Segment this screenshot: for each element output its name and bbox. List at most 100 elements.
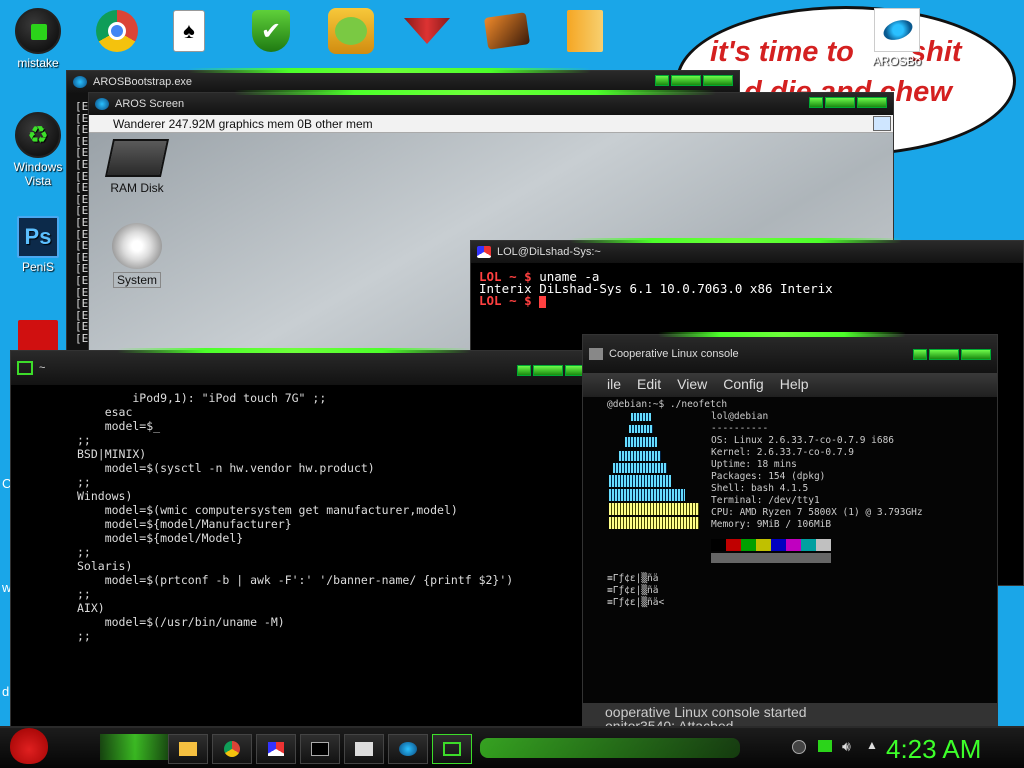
ram-disk-drive-icon [104,139,170,177]
solitaire-icon[interactable]: ♠ [166,8,212,54]
window-titlebar[interactable]: ~ [11,348,601,385]
media-app-icon[interactable] [483,8,531,54]
aros-eye-icon [73,76,87,88]
tray-arrow-icon[interactable]: ▲ [866,738,878,752]
window-titlebar[interactable]: AROS Screen [89,90,893,115]
menu-file[interactable]: ile [607,376,621,397]
terminal-output[interactable]: iPod9,1): "iPod touch 7G" ;; esac model=… [11,385,601,643]
quick-launch-glow [100,734,170,760]
ram-disk-label: RAM Disk [110,181,164,195]
terminal-line: Windows) [77,489,133,503]
neofetch-line: OS: Linux 2.6.33.7-co-0.7.9 i686 [711,435,895,446]
window-titlebar[interactable]: Cooperative Linux console [583,332,997,373]
minimize-button[interactable] [913,349,927,360]
folder-icon[interactable] [562,8,608,54]
close-button[interactable] [703,75,733,86]
neofetch-line: Memory: 9MiB / 106MiB [711,519,832,530]
angry-birds-pig-icon[interactable] [328,8,374,54]
close-button[interactable] [961,349,991,360]
taskbar-aros-icon[interactable] [388,734,428,764]
aros-desktop-icon[interactable]: AROSBo [870,8,924,70]
taskbar-clock[interactable]: 4:23 AM [886,734,981,765]
window-titlebar[interactable]: LOL@DiLshad-Sys:~ [471,238,1023,263]
terminal-line: ;; [77,629,91,643]
window-title: AROSBootstrap.exe [93,76,193,88]
window-title: LOL@DiLshad-Sys:~ [497,246,601,258]
terminal-line: model=${model/Model} [77,531,244,545]
maximize-button[interactable] [825,97,855,108]
chrome-icon[interactable] [94,8,140,54]
desktop-icon-penis[interactable]: Ps PeniS [6,216,70,274]
taskbar: 🔊︎ ▲ 4:23 AM [0,726,1024,768]
taskbar-colinux-icon[interactable] [344,734,384,764]
menu-view[interactable]: View [677,376,707,397]
aros-eye-icon [874,8,920,52]
prompt: LOL ~ $ [479,293,540,308]
maximize-button[interactable] [929,349,959,360]
close-button[interactable] [857,97,887,108]
desktop-icon-label: Windows Vista [13,160,63,188]
window-title: ~ [39,362,46,374]
taskbar-terminal-icon[interactable] [432,734,472,764]
terminal-line: model=${model/Manufacturer} [77,517,292,531]
palette-swatch [816,539,831,551]
window-controls[interactable] [913,349,991,360]
pdf-icon[interactable] [18,320,58,354]
window-title: Cooperative Linux console [609,348,739,360]
app-v-icon[interactable] [404,8,450,54]
desktop-icon-label: mistake [17,56,59,70]
menu-config[interactable]: Config [723,376,763,397]
terminal-line: LOL ~ $ [479,293,1015,308]
shell-prompt: @debian:~$ ./neofetch [607,399,728,410]
neofetch-line: Shell: bash 4.1.5 [711,483,809,494]
taskbar-folder-icon[interactable] [168,734,208,764]
minimize-button[interactable] [809,97,823,108]
terminal-line: model=$_ [77,419,161,433]
terminal-line: Interix DiLshad-Sys 6.1 10.0.7063.0 x86 … [479,281,833,296]
menu-help[interactable]: Help [780,376,809,397]
desktop-icon-label: AROSBo [872,54,922,68]
maximize-button[interactable] [533,365,563,376]
main-terminal-window[interactable]: ~ iPod9,1): "iPod touch 7G" ;; esac mode… [10,348,602,732]
palette-swatch [741,539,756,551]
terminal-line: model=$(/usr/bin/uname -M) [77,615,285,629]
screen-depth-icon[interactable] [873,116,891,131]
menu-edit[interactable]: Edit [637,376,661,397]
interix-output[interactable]: LOL ~ $ uname -a Interix DiLshad-Sys 6.1… [471,263,1023,316]
color-palette-bright [711,553,831,563]
terminal-app-icon [17,361,33,375]
taskbar-cmd-icon[interactable] [300,734,340,764]
shield-check-icon[interactable]: ✔ [248,8,294,54]
neofetch-line: CPU: AMD Ryzen 7 5800X (1) @ 3.793GHz [711,507,923,518]
terminal-line: ;; [77,433,91,447]
garbled-line: ≡Γƒ¢ε|▒ñä< [607,597,665,608]
taskbar-interix-icon[interactable] [256,734,296,764]
neofetch-line: Packages: 154 (dpkg) [711,471,826,482]
debian-ascii-logo [607,411,699,551]
green-orb-icon [15,8,61,54]
tray-network-icon[interactable] [818,740,832,752]
colinux-console-window[interactable]: Cooperative Linux console ile Edit View … [582,332,998,733]
ram-disk-icon[interactable]: RAM Disk [101,139,173,195]
terminal-line: ;; [77,587,91,601]
terminal-line: iPod9,1): "iPod touch 7G" ;; [77,391,327,405]
start-button-angry-bird-icon[interactable] [10,728,48,764]
window-controls[interactable] [809,97,887,108]
color-palette [711,539,831,551]
tray-volume-icon[interactable]: 🔊︎ [842,738,851,755]
system-icon[interactable]: System [109,223,165,288]
desktop-icon-windows-vista[interactable]: ♻ Windows Vista [6,112,70,188]
minimize-button[interactable] [655,75,669,86]
garbled-line: ≡Γƒ¢ε|▒ñä [607,585,659,596]
window-controls[interactable] [655,75,733,86]
garbled-output: ≡Γƒ¢ε|▒ñä ≡Γƒ¢ε|▒ñä ≡Γƒ¢ε|▒ñä< [607,573,664,609]
neofetch-line: Uptime: 18 mins [711,459,797,470]
recycle-orb-icon: ♻ [15,112,61,158]
taskbar-chrome-icon[interactable] [212,734,252,764]
minimize-button[interactable] [517,365,531,376]
maximize-button[interactable] [671,75,701,86]
tray-back-icon[interactable] [792,740,806,754]
colinux-screen[interactable]: @debian:~$ ./neofetch lol@debian --------… [583,397,997,703]
desktop-icon-mistake[interactable]: mistake [6,8,70,70]
desktop-icon-label: PeniS [21,260,55,274]
